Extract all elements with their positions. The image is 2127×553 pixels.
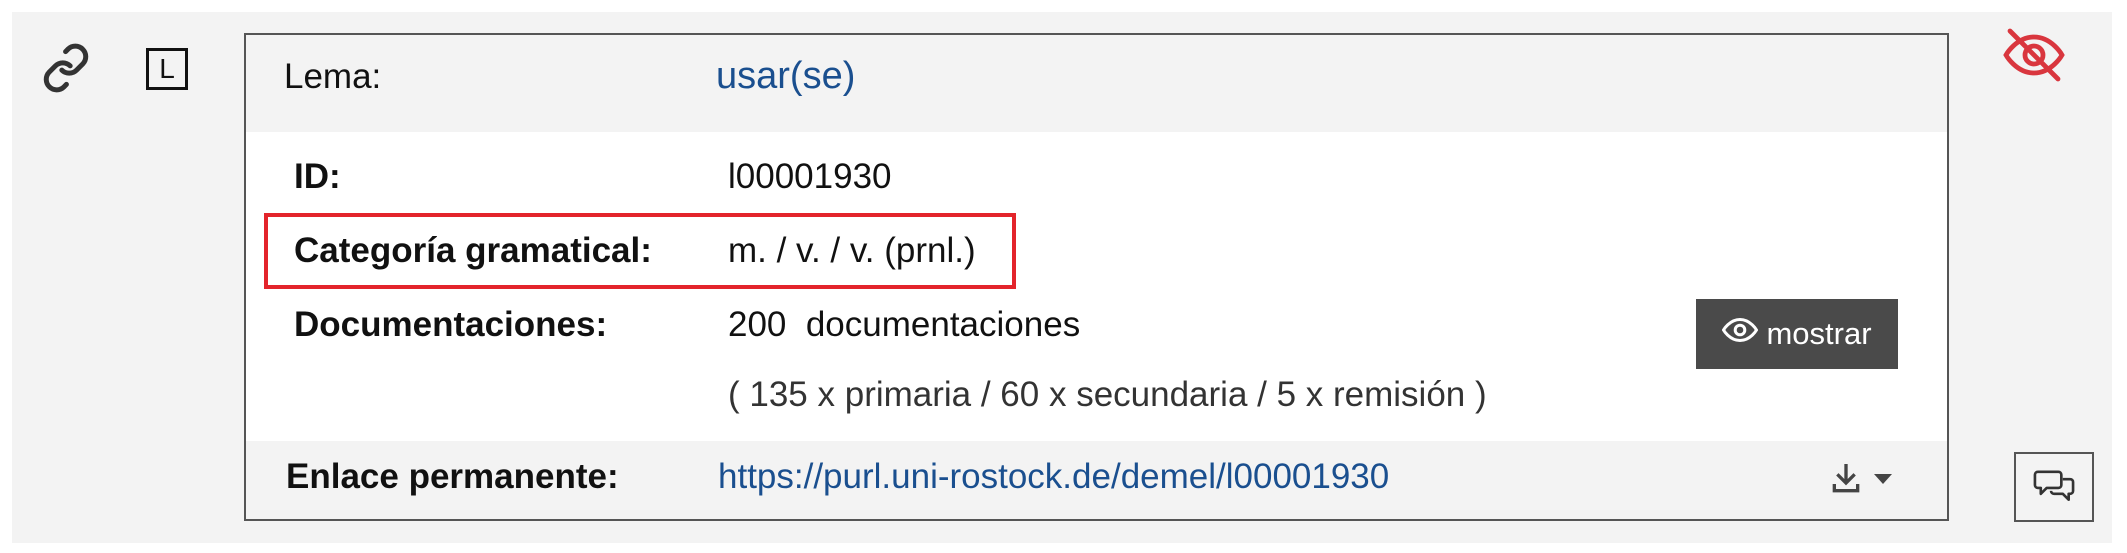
docs-value: 200 documentaciones [728, 305, 1081, 344]
l-box-icon[interactable]: L [146, 48, 188, 90]
comment-button[interactable] [2014, 452, 2094, 522]
chevron-down-icon [1872, 472, 1894, 491]
id-label: ID: [294, 157, 341, 196]
comment-icon [2032, 467, 2076, 508]
permalink-label: Enlace permanente: [286, 457, 619, 496]
eye-off-icon[interactable] [2002, 28, 2070, 84]
category-value: m. / v. / v. (prnl.) [728, 231, 976, 270]
permalink-value[interactable]: https://purl.uni-rostock.de/demel/l00001… [718, 457, 1389, 497]
eye-icon [1722, 316, 1759, 352]
docs-breakdown: ( 135 x primaria / 60 x secundaria / 5 x… [728, 375, 1487, 414]
show-button[interactable]: mostrar [1696, 299, 1898, 369]
docs-label: Documentaciones: [294, 305, 608, 344]
id-value: l00001930 [728, 157, 892, 196]
card-header [246, 35, 1947, 132]
show-button-label: mostrar [1766, 316, 1872, 351]
category-label: Categoría gramatical: [294, 231, 652, 270]
download-icon [1826, 459, 1866, 504]
lemma-value[interactable]: usar(se) [716, 55, 855, 98]
lemma-label: Lema: [284, 57, 382, 96]
link-icon[interactable] [38, 40, 94, 96]
download-dropdown[interactable] [1826, 459, 1906, 503]
entry-card: Lema: usar(se) ID: l00001930 Categoría g… [244, 33, 1949, 521]
